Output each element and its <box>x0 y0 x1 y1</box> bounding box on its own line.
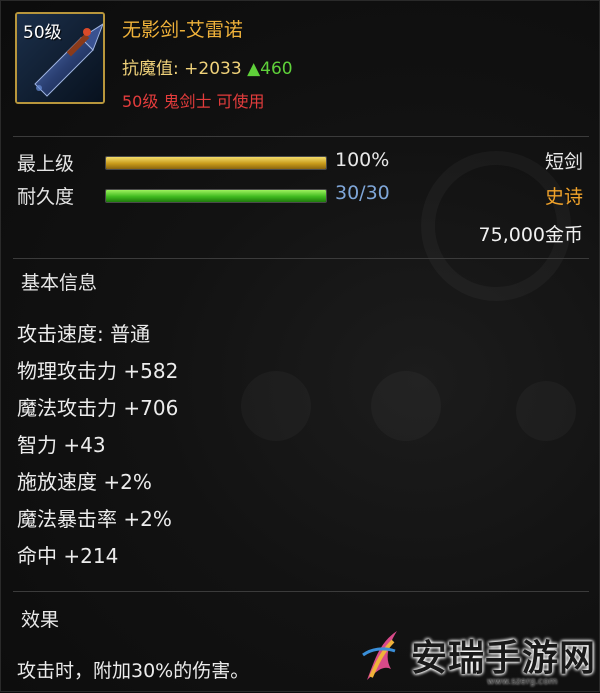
divider <box>13 258 589 259</box>
stat-hit-rate: 命中 +214 <box>17 544 119 568</box>
item-tooltip: 50级 无影剑-艾雷诺 抗魔值: +2033 ▲460 50级 鬼剑士 可使用 … <box>0 0 600 692</box>
stat-attack-speed: 攻击速度: 普通 <box>17 322 151 346</box>
watermark-url: www.szerg.com <box>487 677 558 687</box>
stat-cast-speed: 施放速度 +2% <box>17 470 152 494</box>
item-icon-frame[interactable]: 50级 <box>15 12 105 104</box>
site-watermark: 安瑞手游网 www.szerg.com <box>351 621 600 693</box>
rarity: 史诗 <box>544 186 583 208</box>
site-logo-icon <box>362 631 397 680</box>
usage-requirement: 50级 鬼剑士 可使用 <box>122 92 265 111</box>
item-name: 无影剑-艾雷诺 <box>122 19 243 41</box>
antimagic-increase: ▲460 <box>247 59 293 79</box>
watermark-title: 安瑞手游网 <box>411 637 597 679</box>
stat-magic-attack: 魔法攻击力 +706 <box>17 396 179 420</box>
stat-physical-attack: 物理攻击力 +582 <box>17 359 179 383</box>
durability-bar <box>105 189 327 203</box>
basic-info-title: 基本信息 <box>21 272 98 294</box>
divider <box>13 591 589 592</box>
antimagic-value: +2033 <box>184 59 242 79</box>
background-emblem <box>371 371 441 441</box>
durability-bar-fill <box>106 190 326 202</box>
background-emblem <box>241 371 311 441</box>
durability-label: 耐久度 <box>17 186 75 208</box>
grade-bar-fill <box>106 157 326 169</box>
grade-label: 最上级 <box>17 153 75 175</box>
price: 75,000金币 <box>478 224 583 246</box>
grade-bar <box>105 156 327 170</box>
stat-intelligence: 智力 +43 <box>17 433 106 457</box>
background-emblem <box>516 381 576 441</box>
effect-description: 攻击时，附加30%的伤害。 <box>17 660 250 682</box>
item-level-badge: 50级 <box>23 23 62 43</box>
grade-value: 100% <box>335 149 390 171</box>
divider <box>13 136 589 137</box>
weapon-type: 短剑 <box>544 151 583 173</box>
effect-title: 效果 <box>21 609 60 631</box>
stat-magic-crit: 魔法暴击率 +2% <box>17 507 172 531</box>
antimagic-row: 抗魔值: +2033 ▲460 <box>122 54 293 79</box>
durability-value: 30/30 <box>335 182 390 204</box>
stat-list: 攻击速度: 普通 物理攻击力 +582 魔法攻击力 +706 智力 +43 施放… <box>17 319 178 578</box>
antimagic-label: 抗魔值: <box>122 59 179 79</box>
